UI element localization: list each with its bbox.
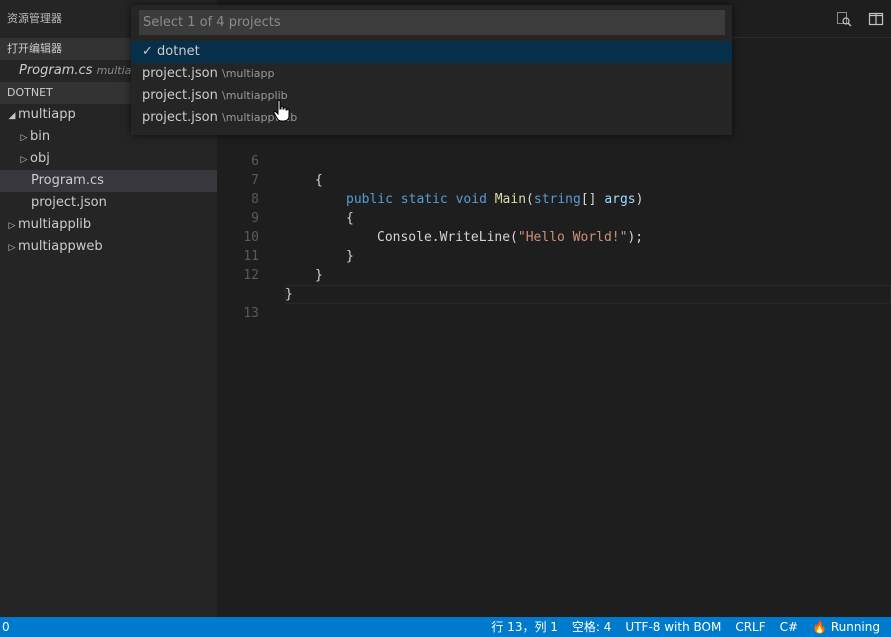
collapsed-chevron-icon: ▷ [20, 155, 28, 165]
code-line: 12 } [217, 247, 891, 302]
code-line: 11 } [217, 228, 891, 283]
quick-pick-item-multiapplib[interactable]: project.json \multiapplib [131, 85, 732, 107]
tree-item-label: Program.cs [31, 173, 104, 188]
status-problems[interactable]: 0 [2, 617, 10, 637]
quick-pick-item-label: ✓ dotnet [142, 44, 200, 59]
quick-pick-input[interactable] [139, 10, 725, 35]
split-editor-icon[interactable] [868, 11, 884, 27]
quick-pick-item-label: project.json [142, 88, 218, 103]
status-running[interactable]: 🔥 Running [805, 617, 891, 637]
tree-item-label: project.json [31, 195, 107, 210]
status-eol[interactable]: CRLF [728, 617, 772, 637]
code-line-current: 13 [217, 266, 891, 321]
open-changes-icon[interactable] [836, 11, 852, 27]
quick-pick-item-multiapp[interactable]: project.json \multiapp [131, 63, 732, 85]
collapsed-chevron-icon: ▷ [8, 243, 16, 253]
collapsed-chevron-icon: ▷ [20, 133, 28, 143]
current-line-highlight [285, 285, 891, 304]
tree-item-label: multiapplib [18, 217, 92, 232]
open-editor-name: Program.cs [19, 63, 93, 78]
tree-item-multiapplib[interactable]: ▷ multiapplib [0, 214, 217, 236]
quick-pick-item-multiappweb[interactable]: project.json \multiappweb [131, 107, 732, 129]
line-number: 13 [243, 306, 259, 321]
quick-pick-item-label: project.json [142, 66, 218, 81]
quick-pick-item-label: project.json [142, 110, 218, 125]
hand-pointer-cursor-icon [273, 99, 291, 123]
tree-item-obj[interactable]: ▷ obj [0, 148, 217, 170]
code-line: 8 { [217, 171, 891, 226]
tree-item-label: multiapp [18, 107, 76, 122]
tree-item-label: multiappweb [18, 239, 103, 254]
tree-item-project-json[interactable]: project.json [0, 192, 217, 214]
status-cursor-position[interactable]: 行 13，列 1 [484, 617, 565, 637]
status-language[interactable]: C# [773, 617, 805, 637]
code-line: 9 Console.WriteLine("Hello World!"); [217, 190, 891, 245]
status-indentation[interactable]: 空格: 4 [565, 617, 619, 637]
project-quick-pick: ✓ dotnet project.json \multiapp project.… [131, 5, 732, 135]
code-line: 10 } [217, 209, 891, 264]
collapsed-chevron-icon: ▷ [8, 221, 16, 231]
tree-item-label: obj [30, 151, 50, 166]
quick-pick-item-desc: \multiapp [221, 67, 275, 80]
expanded-chevron-icon: ◢ [8, 111, 16, 121]
quick-pick-item-dotnet[interactable]: ✓ dotnet [131, 41, 732, 63]
code-line: 6 { [217, 133, 891, 188]
tree-item-multiappweb[interactable]: ▷ multiappweb [0, 236, 217, 258]
code-line: 7 public static void Main(string[] args) [217, 152, 891, 207]
tree-item-program-cs[interactable]: Program.cs [0, 170, 217, 192]
tree-item-label: bin [30, 129, 51, 144]
status-bar: 0 行 13，列 1 空格: 4 UTF-8 with BOM CRLF C# … [0, 617, 891, 637]
status-encoding[interactable]: UTF-8 with BOM [618, 617, 728, 637]
